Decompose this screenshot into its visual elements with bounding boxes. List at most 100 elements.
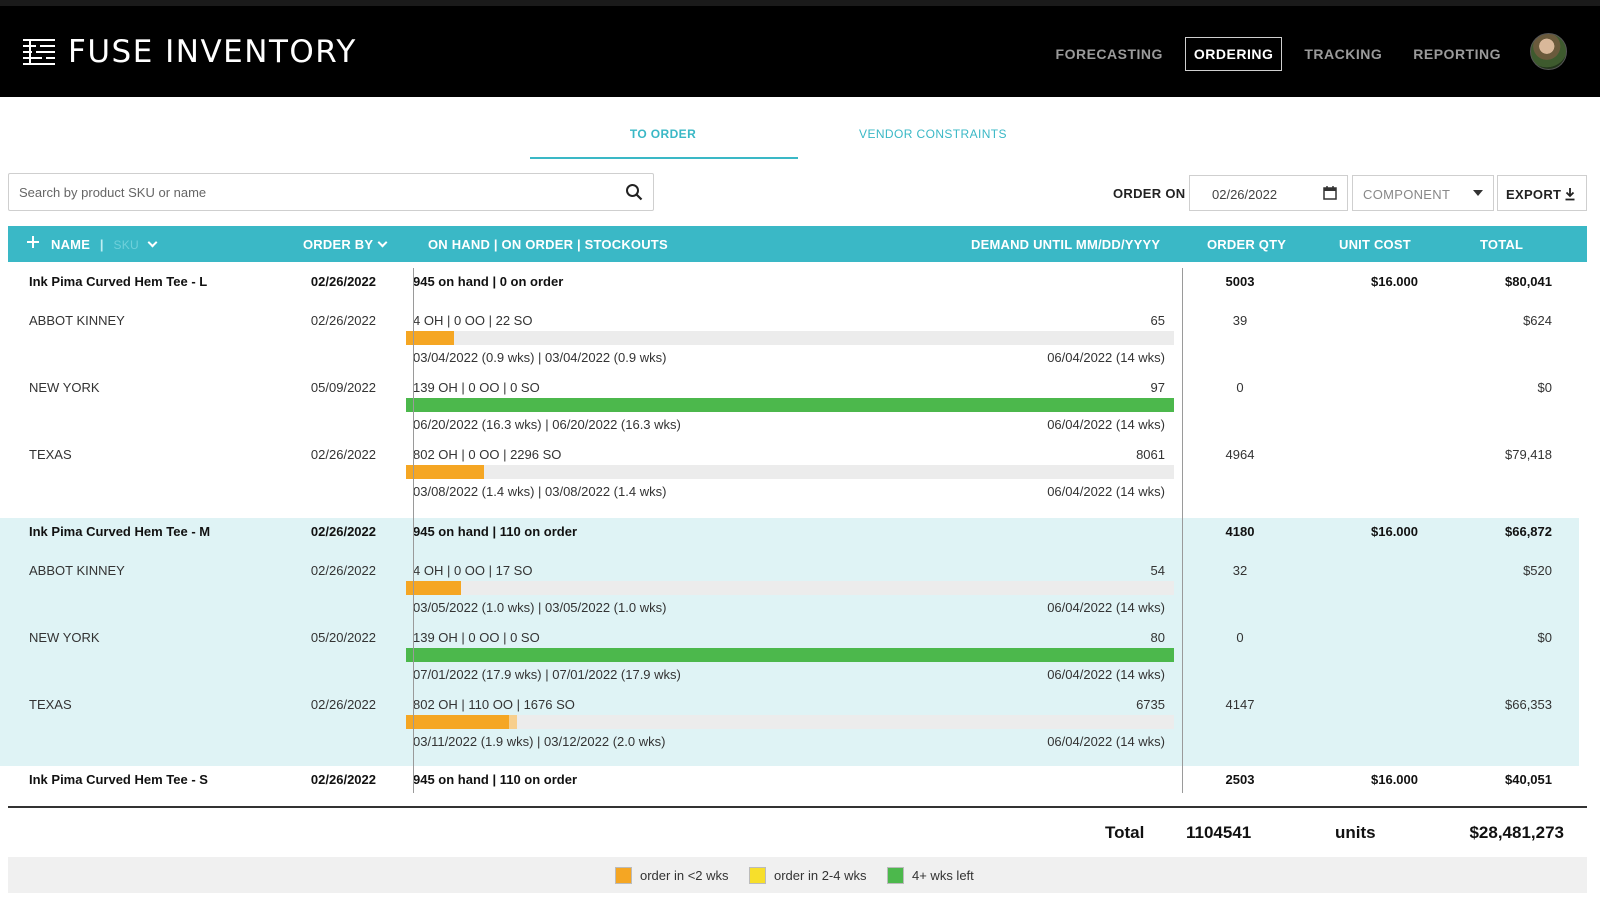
tab-to-order[interactable]: TO ORDER [530,127,796,141]
product-order-by: 02/26/2022 [310,772,376,787]
nav-ordering[interactable]: ORDERING [1184,37,1283,71]
product-group: Ink Pima Curved Hem Tee - S 02/26/2022 945… [0,766,1579,806]
app-title: FUSE INVENTORY [68,34,357,70]
caret-down-icon [1473,190,1483,196]
column-divider [413,268,414,793]
avatar[interactable] [1530,33,1567,70]
col-name-sep: | [99,237,104,252]
product-total: $66,872 [1505,524,1552,539]
legend-swatch [887,867,904,884]
location-total: $66,353 [1505,697,1552,712]
legend-item-ok: 4+ wks left [887,867,974,884]
chevron-down-icon [377,237,388,248]
col-name: NAME [51,237,91,252]
plus-icon[interactable] [26,235,40,249]
order-date-field[interactable]: 02/26/2022 [1189,175,1348,211]
total-units-label: units [1335,823,1376,842]
product-order-by: 02/26/2022 [310,274,376,289]
product-name: Ink Pima Curved Hem Tee - M [29,524,211,539]
location-total: $0 [1537,380,1552,395]
location-demand: 6735 [1136,697,1165,712]
component-select[interactable]: COMPONENT [1352,175,1494,211]
legend-label: 4+ wks left [912,868,974,883]
top-bar: FUSE INVENTORY FORECASTING ORDERING TRAC… [0,0,1600,97]
location-stock: 802 OH | 0 OO | 2296 SO [413,447,562,462]
location-stock: 4 OH | 0 OO | 17 SO [413,563,533,578]
table-bottom-rule [8,806,1587,808]
location-demand: 54 [1150,563,1165,578]
location-total: $520 [1523,563,1552,578]
location-name: ABBOT KINNEY [29,563,125,578]
active-tab-indicator [530,157,798,159]
main-nav: FORECASTING ORDERING TRACKING REPORTING [1034,37,1510,71]
search-icon[interactable] [625,183,643,201]
legend-swatch [615,867,632,884]
product-name: Ink Pima Curved Hem Tee - L [29,274,208,289]
legend-label: order in 2-4 wks [774,868,867,883]
location-stock: 139 OH | 0 OO | 0 SO [413,380,540,395]
col-name-group[interactable]: NAME | SKU [51,237,158,252]
component-select-value: COMPONENT [1363,187,1451,202]
location-demand-until: 06/04/2022 (14 wks) [1047,734,1165,749]
calendar-icon[interactable] [1323,186,1337,200]
export-button[interactable]: EXPORT [1497,175,1587,211]
table-header: NAME | SKU ORDER BY ON HAND | ON ORDER |… [8,226,1587,262]
col-sku: SKU [113,238,139,252]
coverage-bar-fill [406,648,1174,662]
chevron-down-icon [147,237,158,248]
legend-item-urgent: order in <2 wks [615,867,729,884]
location-demand-until: 06/04/2022 (14 wks) [1047,484,1165,499]
location-stock: 4 OH | 0 OO | 22 SO [413,313,533,328]
col-total: TOTAL [1480,237,1524,252]
location-stockout-dates: 03/04/2022 (0.9 wks) | 03/04/2022 (0.9 w… [413,350,667,365]
product-group: Ink Pima Curved Hem Tee - L 02/26/2022 945… [0,268,1579,518]
brand[interactable]: FUSE INVENTORY [22,34,357,70]
search-input[interactable] [9,174,599,210]
location-demand: 97 [1150,380,1165,395]
location-demand-until: 06/04/2022 (14 wks) [1047,417,1165,432]
order-date-value: 02/26/2022 [1212,187,1278,202]
product-unit-cost: $16.000 [1371,274,1418,289]
coverage-bar [406,465,1174,479]
col-order-qty: ORDER QTY [1207,237,1287,252]
coverage-bar-fill [406,465,485,479]
location-order-by: 02/26/2022 [310,447,376,462]
legend-item-soon: order in 2-4 wks [749,867,866,884]
product-order-by: 02/26/2022 [310,524,376,539]
location-order-by: 02/26/2022 [310,563,376,578]
location-order-by: 05/20/2022 [310,630,376,645]
location-order-by: 02/26/2022 [310,697,376,712]
location-demand-until: 06/04/2022 (14 wks) [1047,667,1165,682]
location-demand: 65 [1150,313,1165,328]
location-stockout-dates: 03/08/2022 (1.4 wks) | 03/08/2022 (1.4 w… [413,484,667,499]
location-demand: 80 [1150,630,1165,645]
location-order-by: 05/09/2022 [310,380,376,395]
location-order-qty: 4964 [1225,447,1255,462]
coverage-bar [406,715,1174,729]
top-strip [0,0,1600,6]
nav-reporting[interactable]: REPORTING [1404,37,1510,71]
tab-vendor-constraints[interactable]: VENDOR CONSTRAINTS [800,127,1066,141]
total-amount: $28,481,273 [1469,823,1564,842]
col-demand: DEMAND UNTIL MM/DD/YYYY [971,237,1161,252]
location-order-qty: 0 [1236,380,1244,395]
col-stock: ON HAND | ON ORDER | STOCKOUTS [428,237,668,252]
location-name: ABBOT KINNEY [29,313,125,328]
location-stockout-dates: 03/11/2022 (1.9 wks) | 03/12/2022 (2.0 w… [413,734,666,749]
location-name: TEXAS [29,697,72,712]
total-qty: 1104541 [1186,823,1252,842]
location-order-qty: 39 [1232,313,1248,328]
product-order-qty: 5003 [1225,274,1255,289]
nav-tracking[interactable]: TRACKING [1295,37,1391,71]
location-stock: 139 OH | 0 OO | 0 SO [413,630,540,645]
location-stockout-dates: 07/01/2022 (17.9 wks) | 07/01/2022 (17.9… [413,667,681,682]
location-name: NEW YORK [29,380,100,395]
search-box [8,173,654,211]
col-order-by[interactable]: ORDER BY [303,237,388,252]
location-total: $79,418 [1505,447,1552,462]
product-total: $80,041 [1505,274,1552,289]
location-order-qty: 4147 [1225,697,1255,712]
location-name: TEXAS [29,447,72,462]
export-label: EXPORT [1506,187,1562,202]
nav-forecasting[interactable]: FORECASTING [1047,37,1172,71]
